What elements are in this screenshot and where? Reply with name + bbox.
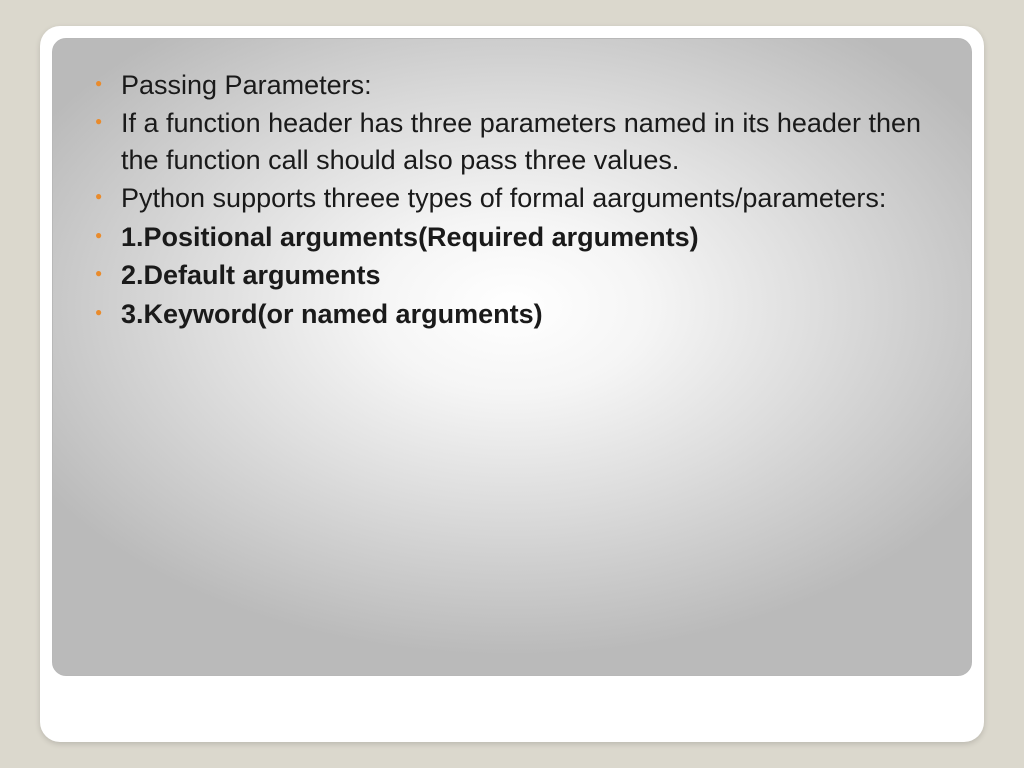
slide-frame: Passing Parameters: If a function header…: [40, 26, 984, 742]
bullet-list: Passing Parameters: If a function header…: [73, 67, 951, 332]
bullet-text: Passing Parameters:: [121, 70, 372, 100]
list-item: 1.Positional arguments(Required argument…: [73, 219, 951, 255]
bullet-text: 2.Default arguments: [121, 260, 381, 290]
bullet-text: 3.Keyword(or named arguments): [121, 299, 543, 329]
list-item: 3.Keyword(or named arguments): [73, 296, 951, 332]
bullet-text: If a function header has three parameter…: [121, 108, 921, 174]
list-item: Python supports threee types of formal a…: [73, 180, 951, 216]
bullet-text: 1.Positional arguments(Required argument…: [121, 222, 699, 252]
bullet-text: Python supports threee types of formal a…: [121, 183, 886, 213]
list-item: If a function header has three parameter…: [73, 105, 951, 178]
list-item: Passing Parameters:: [73, 67, 951, 103]
list-item: 2.Default arguments: [73, 257, 951, 293]
slide-content-area: Passing Parameters: If a function header…: [52, 38, 972, 676]
